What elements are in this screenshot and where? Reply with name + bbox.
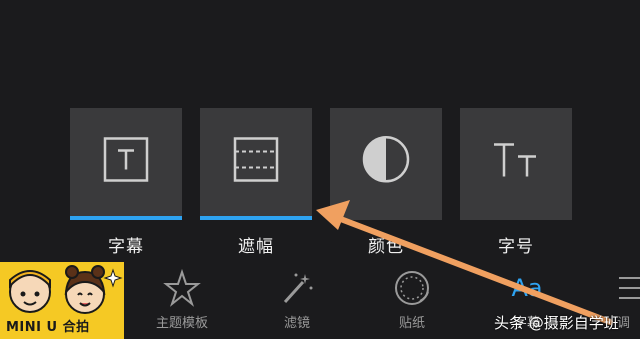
tile-color[interactable] [330,108,442,220]
text-box-icon [103,137,149,187]
watermark: 头条 @摄影自学班 [494,314,619,332]
tool-filter[interactable]: 滤镜 [252,268,342,331]
tile-letterbox[interactable] [200,108,312,220]
selected-indicator [200,216,312,220]
text-aa-icon: Aa [511,274,543,302]
tile-label: 遮幅 [238,237,274,257]
tool-sticker[interactable]: 贴纸 [367,268,457,331]
tile-label: 颜色 [368,237,404,257]
tool-label: 主题模板 [155,316,208,331]
cartoon-faces-icon [9,265,123,314]
contrast-icon [361,134,411,188]
tile-font-size[interactable] [460,108,572,220]
adjust-icon [619,277,640,299]
preview-area [0,0,640,110]
sticker-logo: MINI U 合拍 [0,262,124,339]
tool-label: 调 [617,316,631,331]
star-icon [163,268,201,307]
tool-theme-template[interactable]: 主题模板 [137,268,227,331]
selected-indicator [70,216,182,220]
tile-label: 字号 [498,237,534,257]
tile-label: 字幕 [108,237,144,257]
tool-label: 贴纸 [398,316,425,331]
sticker-text: MINI U 合拍 [6,320,90,335]
tool-label: 滤镜 [283,316,310,331]
sticker-icon [395,271,429,305]
tile-subtitle[interactable] [70,108,182,220]
font-size-icon [490,137,542,187]
magic-wand-icon [283,273,313,304]
letterbox-icon [233,137,279,187]
